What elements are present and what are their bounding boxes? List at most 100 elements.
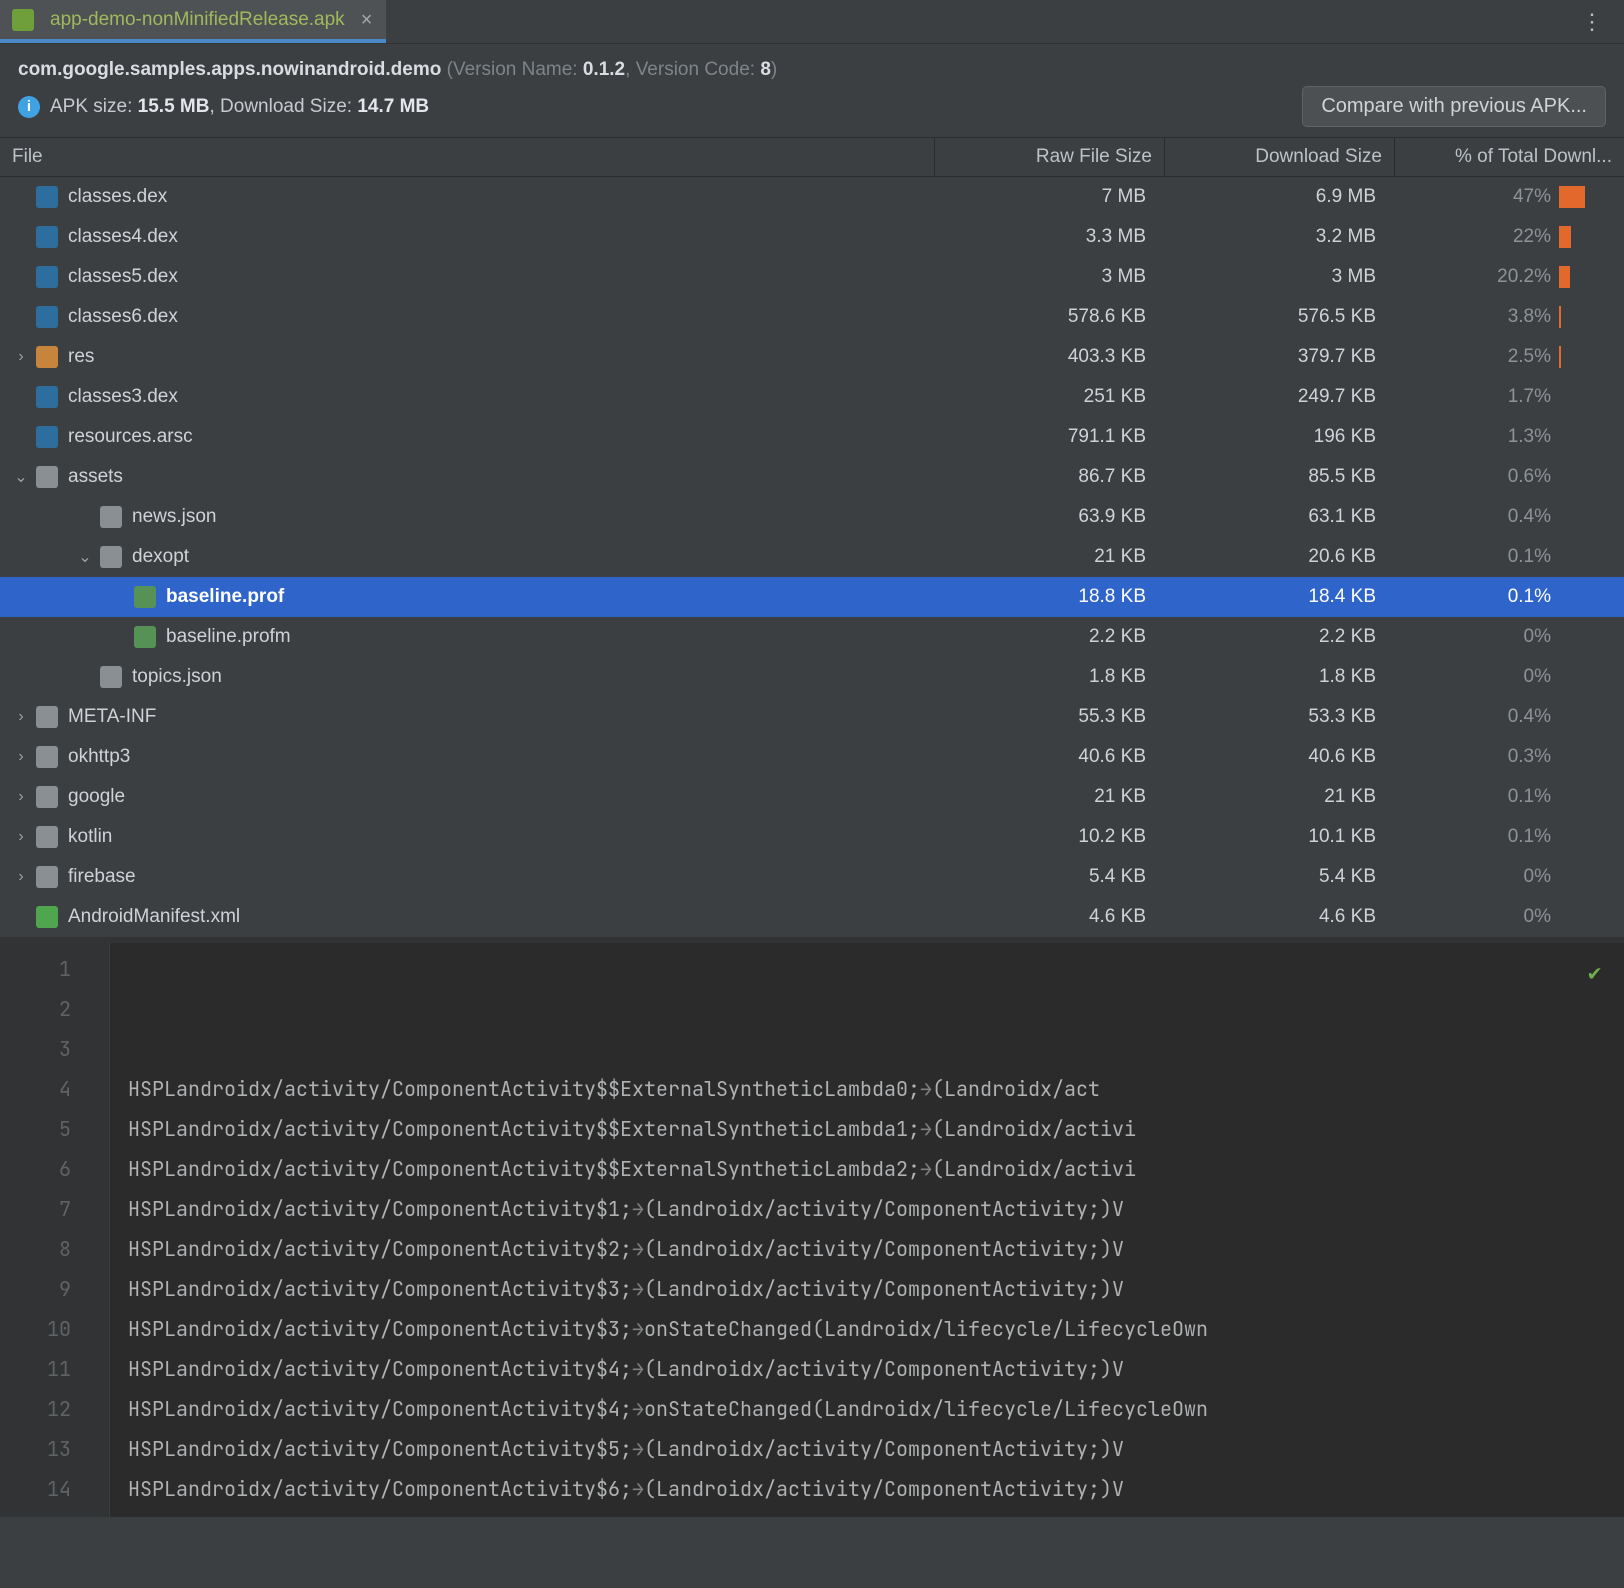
- percent: 1.3%: [1489, 426, 1551, 448]
- raw-size: 10.2 KB: [934, 826, 1164, 848]
- dex-icon: [36, 226, 58, 248]
- table-row[interactable]: classes3.dex251 KB249.7 KB1.7%: [0, 377, 1624, 417]
- percent-bar: [1559, 426, 1614, 448]
- chevron-right-icon[interactable]: ›: [10, 748, 32, 766]
- table-row[interactable]: news.json63.9 KB63.1 KB0.4%: [0, 497, 1624, 537]
- code-line: HSPLandroidx/activity/ComponentActivity$…: [128, 1429, 1624, 1469]
- close-icon[interactable]: ×: [355, 10, 373, 30]
- percent: 2.5%: [1489, 346, 1551, 368]
- file-name: baseline.prof: [166, 586, 284, 608]
- file-name: topics.json: [132, 666, 222, 688]
- percent: 0%: [1489, 626, 1551, 648]
- table-row[interactable]: topics.json1.8 KB1.8 KB0%: [0, 657, 1624, 697]
- code-line: HSPLandroidx/activity/ComponentActivity$…: [128, 1469, 1624, 1509]
- table-row[interactable]: classes4.dex3.3 MB3.2 MB22%: [0, 217, 1624, 257]
- file-name: assets: [68, 466, 123, 488]
- dex-icon: [36, 266, 58, 288]
- raw-size: 3.3 MB: [934, 226, 1164, 248]
- percent-bar: [1559, 466, 1614, 488]
- json-icon: [100, 666, 122, 688]
- download-size: 576.5 KB: [1164, 306, 1394, 328]
- mf-icon: [36, 906, 58, 928]
- download-size: 2.2 KB: [1164, 626, 1394, 648]
- code-line: HSPLandroidx/activity/ComponentActivity$…: [128, 1149, 1624, 1189]
- line-number: 3: [0, 1029, 71, 1069]
- code-line: HSPLandroidx/activity/ComponentActivity$…: [128, 1229, 1624, 1269]
- file-name: classes5.dex: [68, 266, 178, 288]
- download-size: 53.3 KB: [1164, 706, 1394, 728]
- code-line: HSPLandroidx/activity/ComponentActivity$…: [128, 1189, 1624, 1229]
- percent-bar: [1559, 386, 1614, 408]
- table-row[interactable]: classes6.dex578.6 KB576.5 KB3.8%: [0, 297, 1624, 337]
- line-gutter: 1234567891011121314: [0, 943, 110, 1517]
- table-row[interactable]: ⌄assets86.7 KB85.5 KB0.6%: [0, 457, 1624, 497]
- table-row[interactable]: classes5.dex3 MB3 MB20.2%: [0, 257, 1624, 297]
- col-percent[interactable]: % of Total Downl...: [1394, 138, 1624, 176]
- chevron-down-icon[interactable]: ⌄: [10, 467, 32, 487]
- code-line: HSPLandroidx/activity/ComponentActivity$…: [128, 1269, 1624, 1309]
- line-number: 9: [0, 1269, 71, 1309]
- table-row[interactable]: ›res403.3 KB379.7 KB2.5%: [0, 337, 1624, 377]
- percent-bar: [1559, 706, 1614, 728]
- line-number: 12: [0, 1389, 71, 1429]
- table-row[interactable]: ›kotlin10.2 KB10.1 KB0.1%: [0, 817, 1624, 857]
- table-row[interactable]: resources.arsc791.1 KB196 KB1.3%: [0, 417, 1624, 457]
- download-size: 379.7 KB: [1164, 346, 1394, 368]
- table-row[interactable]: baseline.prof18.8 KB18.4 KB0.1%: [0, 577, 1624, 617]
- file-name: news.json: [132, 506, 217, 528]
- chevron-down-icon[interactable]: ⌄: [74, 547, 96, 567]
- compare-apk-button[interactable]: Compare with previous APK...: [1302, 86, 1606, 127]
- dex-icon: [36, 186, 58, 208]
- percent: 22%: [1489, 226, 1551, 248]
- table-row[interactable]: ›firebase5.4 KB5.4 KB0%: [0, 857, 1624, 897]
- file-name: AndroidManifest.xml: [68, 906, 240, 928]
- code-line: HSPLandroidx/activity/ComponentActivity$…: [128, 1509, 1624, 1517]
- chevron-right-icon[interactable]: ›: [10, 708, 32, 726]
- table-row[interactable]: ›google21 KB21 KB0.1%: [0, 777, 1624, 817]
- file-name: classes4.dex: [68, 226, 178, 248]
- table-row[interactable]: ⌄dexopt21 KB20.6 KB0.1%: [0, 537, 1624, 577]
- analysis-ok-icon: ✔: [1588, 953, 1610, 975]
- percent-bar: [1559, 546, 1614, 568]
- code-area[interactable]: ✔ HSPLandroidx/activity/ComponentActivit…: [110, 943, 1624, 1517]
- raw-size: 55.3 KB: [934, 706, 1164, 728]
- percent: 0%: [1489, 866, 1551, 888]
- download-size: 21 KB: [1164, 786, 1394, 808]
- download-size: 6.9 MB: [1164, 186, 1394, 208]
- line-number: 14: [0, 1469, 71, 1509]
- table-row[interactable]: ›META-INF55.3 KB53.3 KB0.4%: [0, 697, 1624, 737]
- folder-icon: [36, 826, 58, 848]
- table-row[interactable]: ›okhttp340.6 KB40.6 KB0.3%: [0, 737, 1624, 777]
- chevron-right-icon[interactable]: ›: [10, 868, 32, 886]
- download-size: 63.1 KB: [1164, 506, 1394, 528]
- code-line: HSPLandroidx/activity/ComponentActivity$…: [128, 1349, 1624, 1389]
- raw-size: 791.1 KB: [934, 426, 1164, 448]
- tab-bar: app-demo-nonMinifiedRelease.apk × ⋮: [0, 0, 1624, 44]
- folder-icon: [36, 706, 58, 728]
- download-size: 10.1 KB: [1164, 826, 1394, 848]
- table-row[interactable]: AndroidManifest.xml4.6 KB4.6 KB0%: [0, 897, 1624, 937]
- line-number: 10: [0, 1309, 71, 1349]
- percent-bar: [1559, 346, 1614, 368]
- percent: 47%: [1489, 186, 1551, 208]
- raw-size: 21 KB: [934, 786, 1164, 808]
- col-file[interactable]: File: [0, 138, 934, 176]
- version-name-label: Version Name:: [453, 59, 578, 80]
- raw-size: 4.6 KB: [934, 906, 1164, 928]
- line-number: 13: [0, 1429, 71, 1469]
- col-raw-size[interactable]: Raw File Size: [934, 138, 1164, 176]
- table-row[interactable]: classes.dex7 MB6.9 MB47%: [0, 177, 1624, 217]
- more-menu-icon[interactable]: ⋮: [1561, 9, 1624, 35]
- col-download-size[interactable]: Download Size: [1164, 138, 1394, 176]
- percent-bar: [1559, 306, 1614, 328]
- apk-size: 15.5 MB: [138, 96, 210, 117]
- file-name: okhttp3: [68, 746, 130, 768]
- line-number: 2: [0, 989, 71, 1029]
- tab-title: app-demo-nonMinifiedRelease.apk: [50, 9, 345, 31]
- chevron-right-icon[interactable]: ›: [10, 828, 32, 846]
- editor-tab[interactable]: app-demo-nonMinifiedRelease.apk ×: [0, 0, 386, 43]
- download-size-label: Download Size:: [220, 96, 352, 117]
- chevron-right-icon[interactable]: ›: [10, 348, 32, 366]
- chevron-right-icon[interactable]: ›: [10, 788, 32, 806]
- table-row[interactable]: baseline.profm2.2 KB2.2 KB0%: [0, 617, 1624, 657]
